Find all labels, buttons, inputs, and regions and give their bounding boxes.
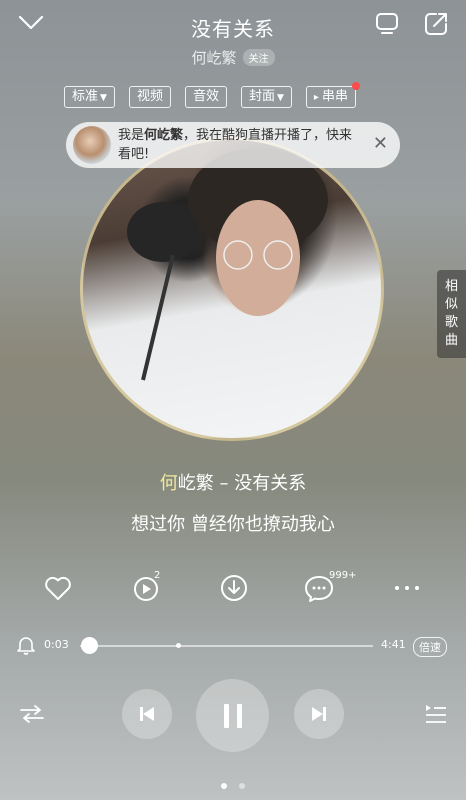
tv-icon[interactable] — [373, 10, 401, 38]
page-dot — [221, 783, 227, 789]
lyric-highlight: 何 — [159, 473, 178, 494]
current-time: 0:03 — [44, 638, 69, 651]
lyric-separator: – — [213, 473, 235, 494]
similar-songs-tab[interactable]: 相 似 歌 曲 — [437, 270, 466, 358]
page-indicator — [0, 783, 466, 789]
live-notice-bubble[interactable]: 我是何屹繁，我在酷狗直播开播了，快来看吧! ✕ — [66, 122, 400, 168]
total-time: 4:41 — [381, 638, 406, 651]
similar-char: 似 — [444, 297, 458, 312]
similar-char: 相 — [444, 279, 458, 294]
like-heart-icon[interactable] — [43, 570, 77, 604]
similar-char: 曲 — [444, 333, 458, 348]
tab-cover[interactable]: 封面 — [240, 86, 292, 108]
next-icon — [312, 707, 326, 721]
notification-dot — [351, 82, 360, 90]
album-cover[interactable] — [80, 137, 384, 441]
pause-button[interactable] — [196, 679, 269, 752]
next-button[interactable] — [294, 689, 344, 739]
page-dot — [239, 783, 245, 789]
mode-tabs: 标准 视频 音效 封面 ▸串串 — [64, 82, 360, 108]
more-icon[interactable] — [392, 570, 426, 604]
bell-icon[interactable] — [17, 635, 37, 655]
share-icon[interactable] — [421, 9, 451, 39]
previous-button[interactable] — [122, 689, 172, 739]
lyric-artist: 屹繁 — [177, 473, 214, 494]
progress-track[interactable] — [80, 645, 373, 647]
download-icon[interactable] — [219, 570, 253, 604]
progress-knob[interactable] — [81, 637, 99, 654]
climax-marker — [176, 643, 181, 648]
song-info-line: 何屹繁 – 没有关系 — [0, 469, 466, 495]
repeat-count-badge: 2 — [154, 570, 161, 581]
current-lyric[interactable]: 想过你 曾经你也撩动我心 — [0, 510, 466, 536]
follow-button[interactable]: 关注 — [242, 49, 275, 66]
tab-sound-effect[interactable]: 音效 — [184, 86, 227, 108]
notice-name: 何屹繁 — [144, 128, 184, 143]
playlist-icon[interactable] — [424, 703, 450, 727]
shuffle-icon[interactable] — [19, 703, 47, 729]
notice-prefix: 我是 — [118, 128, 145, 143]
notice-text: 我是何屹繁，我在酷狗直播开播了，快来看吧! — [118, 126, 364, 164]
previous-icon — [140, 707, 154, 721]
tab-chuanchuan[interactable]: ▸ 串串 — [305, 82, 360, 108]
lyric-song-title: 没有关系 — [234, 473, 307, 494]
comment-icon[interactable]: 999+ — [303, 570, 356, 604]
play-count-icon[interactable]: 2 — [132, 570, 166, 604]
tab-video[interactable]: 视频 — [128, 86, 171, 108]
similar-char: 歌 — [444, 315, 458, 330]
close-icon[interactable]: ✕ — [373, 134, 388, 154]
pause-icon — [223, 703, 242, 728]
progress-row: 0:03 4:41 倍速 — [0, 634, 466, 658]
comment-count-badge: 999+ — [329, 570, 357, 581]
action-row: 2 999+ — [0, 570, 466, 604]
notice-avatar — [73, 126, 111, 164]
artist-row: 何屹繁 关注 — [0, 47, 466, 68]
artist-name[interactable]: 何屹繁 — [191, 47, 236, 68]
tab-quality[interactable]: 标准 — [64, 86, 115, 108]
play-triangle-icon: ▸ — [313, 92, 319, 103]
speed-button[interactable]: 倍速 — [413, 637, 447, 657]
tab-chuanchuan-label: 串串 — [321, 89, 348, 104]
